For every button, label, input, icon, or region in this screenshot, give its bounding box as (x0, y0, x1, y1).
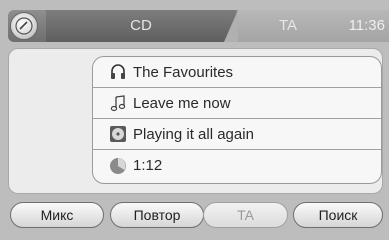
clock: 11:36 (329, 10, 389, 42)
headphones-icon (107, 61, 129, 83)
mix-button[interactable]: Микс (10, 202, 104, 228)
album-text: Playing it all again (133, 125, 254, 143)
music-note-icon (107, 92, 129, 114)
elapsed-time-text: 1:12 (133, 157, 163, 174)
tab-ta[interactable]: TA (224, 10, 338, 42)
artist-text: The Favourites (133, 63, 234, 81)
list-item-time: 1:12 (93, 150, 381, 181)
top-bar: CD TA 11:36 (8, 10, 389, 42)
ta-button[interactable]: TA (203, 202, 288, 228)
track-title-text: Leave me now (133, 94, 231, 112)
cd-disc-icon[interactable] (10, 12, 38, 40)
search-button[interactable]: Поиск (293, 202, 383, 228)
cd-album-icon (107, 123, 129, 145)
list-item-album: Playing it all again (93, 119, 381, 150)
disc-graphic (15, 17, 33, 35)
list-item-title: Leave me now (93, 88, 381, 119)
repeat-button[interactable]: Повтор (110, 202, 204, 228)
tab-cd[interactable]: CD (46, 10, 236, 42)
time-pie-icon (107, 155, 129, 177)
list-item-artist: The Favourites (93, 57, 381, 88)
track-info-list: The Favourites Leave me now Playing it a… (92, 56, 382, 184)
infotainment-screen: CD TA 11:36 The Favourites Leave me now … (0, 0, 389, 240)
